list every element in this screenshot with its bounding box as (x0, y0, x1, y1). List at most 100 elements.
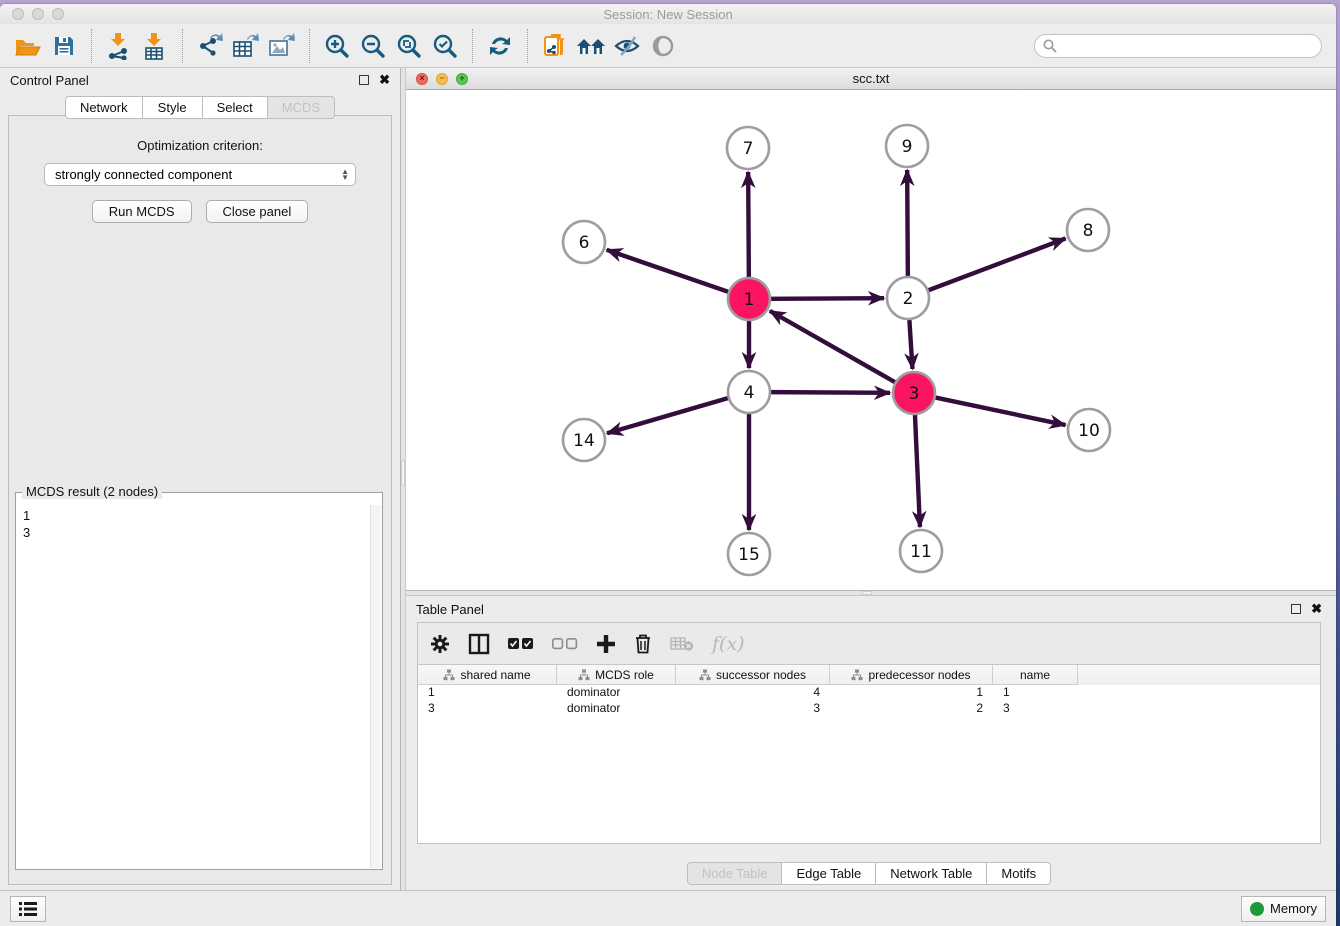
node-label-3: 3 (909, 384, 920, 404)
table-panel: Table Panel ✖ (406, 596, 1332, 890)
hide-graphics-button[interactable] (609, 28, 645, 64)
network-view-title: scc.txt (406, 71, 1336, 86)
cell-shared-name: 1 (418, 685, 557, 701)
table-settings-button[interactable] (430, 634, 450, 654)
column-header-mcds-role[interactable]: MCDS role (557, 665, 676, 685)
export-image-icon (268, 32, 296, 60)
network-canvas-svg: 1234678910111415 (406, 90, 1336, 590)
maximize-view-button[interactable]: + (456, 73, 468, 85)
delete-row-button[interactable] (634, 633, 652, 654)
edge-3-11[interactable] (915, 415, 920, 527)
memory-status-icon (1250, 902, 1264, 916)
plus-icon (596, 634, 616, 654)
memory-button[interactable]: Memory (1241, 896, 1326, 922)
close-panel-icon[interactable]: ✖ (1311, 604, 1322, 614)
tab-network[interactable]: Network (65, 96, 143, 119)
node-label-4: 4 (744, 383, 755, 403)
column-header-name[interactable]: name (993, 665, 1078, 685)
table-row[interactable]: 1 dominator 4 1 1 (418, 685, 1320, 701)
tree-icon (443, 669, 455, 681)
zoom-selected-button[interactable] (427, 28, 463, 64)
edge-1-6[interactable] (607, 250, 729, 292)
deselect-all-rows-button[interactable] (552, 638, 578, 650)
edge-2-8[interactable] (929, 238, 1066, 290)
cell-predecessor-nodes: 1 (830, 685, 993, 701)
column-label: predecessor nodes (868, 668, 970, 682)
column-header-shared-name[interactable]: shared name (418, 665, 557, 685)
cell-shared-name: 3 (418, 701, 557, 717)
mcds-result-list[interactable]: 1 3 (17, 505, 370, 868)
edge-4-14[interactable] (607, 398, 728, 433)
run-mcds-button[interactable]: Run MCDS (92, 200, 192, 223)
node-label-6: 6 (579, 233, 590, 253)
copy-network-button[interactable] (537, 28, 573, 64)
zoom-in-button[interactable] (319, 28, 355, 64)
node-label-1: 1 (744, 290, 755, 310)
show-details-button[interactable] (645, 28, 681, 64)
search-input[interactable] (1062, 39, 1313, 53)
mcds-result-title: MCDS result (2 nodes) (22, 484, 162, 499)
refresh-icon (487, 33, 513, 59)
criterion-select[interactable]: strongly connected component ▲▼ (44, 163, 356, 186)
tab-edge-table[interactable]: Edge Table (782, 862, 876, 885)
tab-node-table[interactable]: Node Table (687, 862, 783, 885)
edge-2-3[interactable] (909, 320, 912, 369)
table-panel-title: Table Panel (416, 602, 1291, 617)
import-network-button[interactable] (101, 28, 137, 64)
edge-3-10[interactable] (936, 398, 1066, 425)
edge-4-3[interactable] (771, 392, 890, 393)
float-panel-icon[interactable] (1291, 604, 1301, 614)
node-label-8: 8 (1083, 221, 1094, 241)
function-builder-button[interactable]: f(x) (712, 633, 745, 655)
tab-mcds[interactable]: MCDS (268, 96, 335, 119)
eye-slash-icon (613, 34, 641, 58)
close-panel-icon[interactable]: ✖ (379, 75, 390, 85)
close-panel-button[interactable]: Close panel (206, 200, 309, 223)
search-field[interactable] (1034, 34, 1322, 58)
select-all-rows-button[interactable] (508, 638, 534, 650)
save-session-button[interactable] (46, 28, 82, 64)
export-table-button[interactable] (228, 28, 264, 64)
network-view-titlebar: × − + scc.txt (406, 68, 1336, 90)
unchecked-boxes-icon (552, 638, 578, 650)
edge-1-7[interactable] (748, 172, 749, 277)
import-network-icon (106, 32, 132, 60)
tab-style[interactable]: Style (143, 96, 203, 119)
copy-network-icon (542, 32, 568, 60)
node-label-10: 10 (1078, 421, 1100, 441)
float-panel-icon[interactable] (359, 75, 369, 85)
result-scrollbar[interactable] (370, 505, 381, 868)
show-columns-button[interactable] (468, 633, 490, 655)
splitter-handle[interactable] (401, 460, 405, 486)
edge-3-1[interactable] (770, 311, 895, 382)
toolbar-separator (309, 29, 310, 63)
zoom-out-button[interactable] (355, 28, 391, 64)
export-image-button[interactable] (264, 28, 300, 64)
refresh-layout-button[interactable] (482, 28, 518, 64)
import-table-icon (142, 32, 168, 60)
table-header: shared name MCDS role successor nodes (418, 665, 1320, 685)
optimization-criterion-label: Optimization criterion: (9, 138, 391, 153)
first-neighbors-button[interactable] (573, 28, 609, 64)
network-canvas[interactable]: 1234678910111415 (406, 90, 1336, 590)
zoom-fit-button[interactable] (391, 28, 427, 64)
edge-1-2[interactable] (771, 298, 884, 299)
edge-2-9[interactable] (907, 170, 908, 276)
add-row-button[interactable] (596, 634, 616, 654)
tab-select[interactable]: Select (203, 96, 268, 119)
task-history-button[interactable] (10, 896, 46, 922)
tab-motifs[interactable]: Motifs (987, 862, 1051, 885)
table-row[interactable]: 3 dominator 3 2 3 (418, 701, 1320, 717)
splitter-handle[interactable] (862, 591, 872, 595)
open-session-button[interactable] (10, 28, 46, 64)
column-header-successor-nodes[interactable]: successor nodes (676, 665, 830, 685)
delete-table-button[interactable] (670, 636, 694, 652)
window-title: Session: New Session (0, 7, 1336, 22)
close-view-button[interactable]: × (416, 73, 428, 85)
column-header-predecessor-nodes[interactable]: predecessor nodes (830, 665, 993, 685)
tab-network-table[interactable]: Network Table (876, 862, 987, 885)
minimize-view-button[interactable]: − (436, 73, 448, 85)
toolbar-separator (472, 29, 473, 63)
import-table-button[interactable] (137, 28, 173, 64)
export-network-button[interactable] (192, 28, 228, 64)
